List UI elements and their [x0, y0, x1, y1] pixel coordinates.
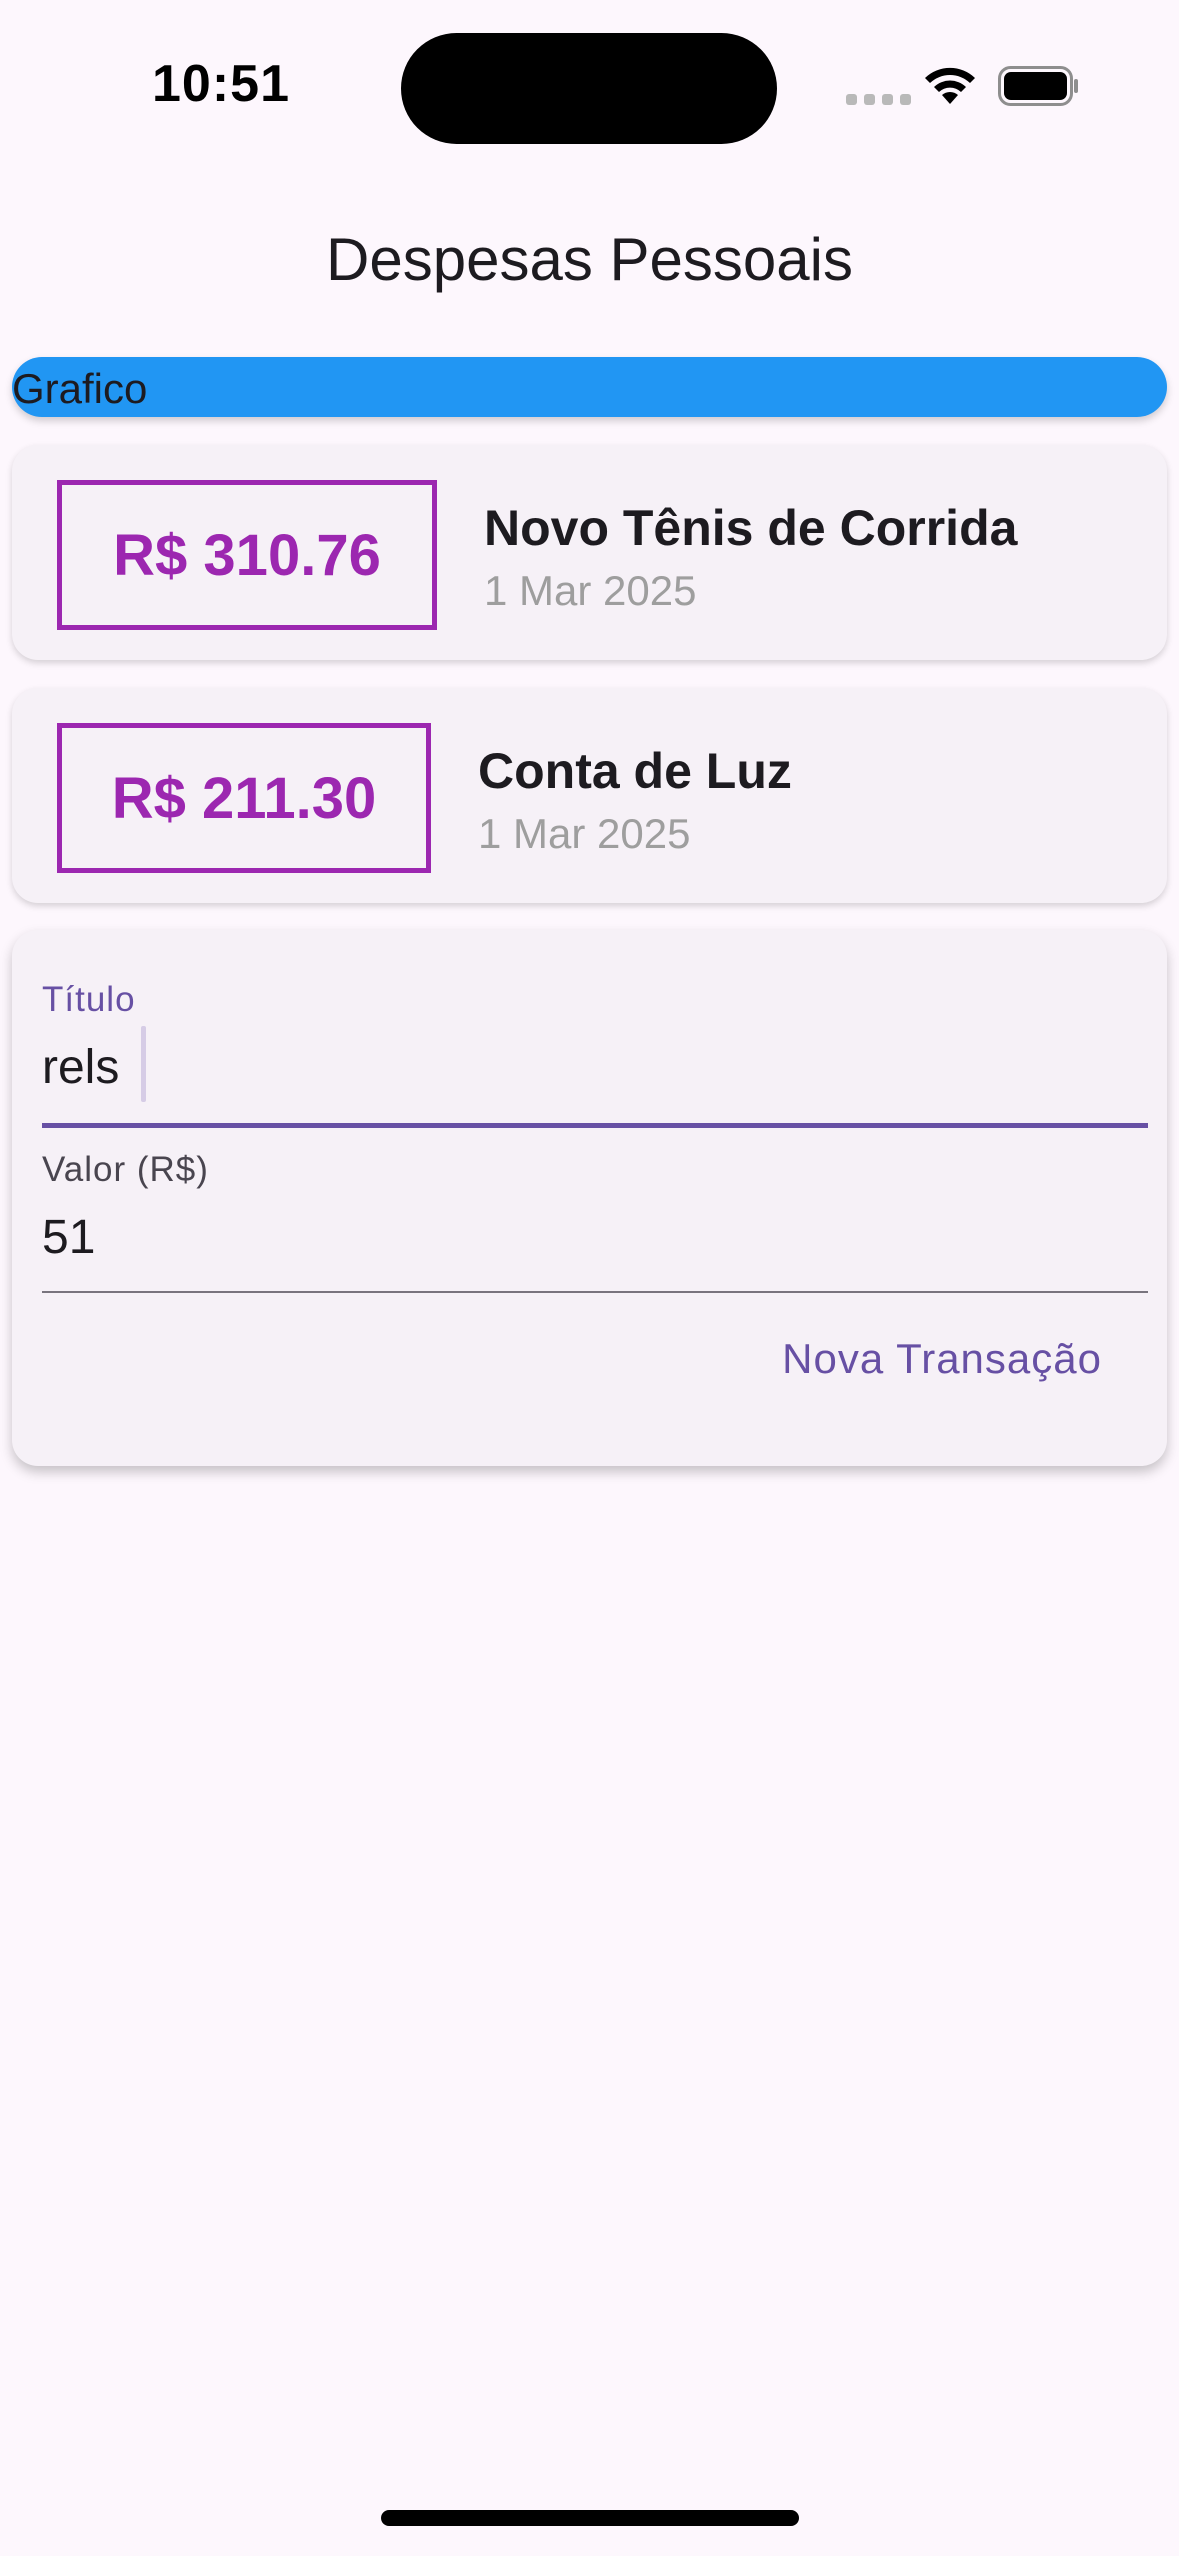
value-field-underline — [42, 1291, 1148, 1293]
new-transaction-button[interactable]: Nova Transação — [782, 1335, 1102, 1383]
transaction-amount: R$ 310.76 — [113, 522, 381, 588]
signal-icon — [846, 94, 911, 105]
home-indicator[interactable] — [381, 2510, 799, 2526]
chart-bar: Grafico — [12, 357, 1167, 417]
new-transaction-form: Título rels Valor (R$) 51 Nova Transação — [12, 930, 1167, 1466]
chart-label: Grafico — [12, 365, 148, 412]
transaction-card: R$ 211.30 Conta de Luz 1 Mar 2025 — [12, 688, 1167, 903]
dynamic-island — [401, 33, 777, 144]
amount-badge: R$ 310.76 — [57, 480, 437, 630]
text-cursor — [141, 1026, 146, 1102]
value-field-label: Valor (R$) — [42, 1150, 209, 1189]
transaction-title: Novo Tênis de Corrida — [484, 500, 1018, 556]
value-field-value[interactable]: 51 — [42, 1210, 95, 1265]
transaction-card: R$ 310.76 Novo Tênis de Corrida 1 Mar 20… — [12, 445, 1167, 660]
transaction-title: Conta de Luz — [478, 743, 792, 799]
transaction-amount: R$ 211.30 — [111, 765, 377, 831]
title-field-value[interactable]: rels — [42, 1040, 119, 1095]
wifi-icon — [925, 67, 975, 104]
title-field-label: Título — [42, 980, 136, 1019]
amount-badge: R$ 211.30 — [57, 723, 431, 873]
value-field[interactable]: Valor (R$) 51 — [42, 1150, 1148, 1264]
battery-icon — [998, 66, 1078, 106]
page-title: Despesas Pessoais — [326, 226, 853, 293]
status-time: 10:51 — [152, 55, 290, 113]
status-bar: 10:51 — [0, 0, 1179, 175]
transaction-date: 1 Mar 2025 — [478, 810, 691, 857]
title-field-underline — [42, 1123, 1148, 1128]
transaction-date: 1 Mar 2025 — [484, 567, 697, 614]
title-field[interactable]: Título rels — [42, 980, 1148, 1102]
